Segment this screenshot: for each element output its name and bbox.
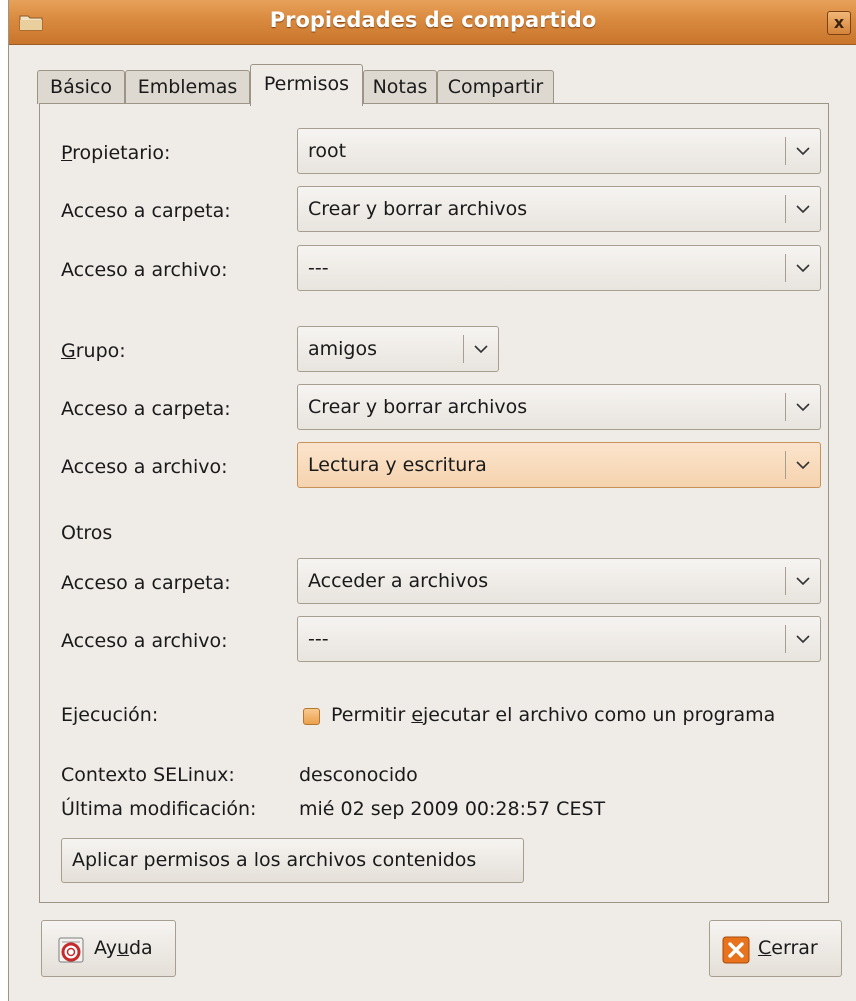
execute-checkbox-label[interactable]: Permitir ejecutar el archivo como un pro… bbox=[331, 704, 775, 726]
group-value: amigos bbox=[308, 338, 378, 360]
execute-checkbox[interactable] bbox=[303, 708, 320, 725]
window-close-button[interactable]: x bbox=[827, 11, 851, 35]
help-lifebuoy-icon bbox=[58, 937, 84, 963]
chevron-down-icon bbox=[796, 205, 810, 214]
group-label: Grupo: bbox=[61, 340, 126, 362]
apply-permissions-button[interactable]: Aplicar permisos a los archivos contenid… bbox=[61, 838, 524, 883]
tab-compartir[interactable]: Compartir bbox=[437, 70, 554, 104]
chevron-down-icon bbox=[796, 577, 810, 586]
others-file-access-value: --- bbox=[308, 628, 329, 650]
owner-folder-access-label: Acceso a carpeta: bbox=[61, 200, 231, 222]
chevron-down-icon bbox=[796, 461, 810, 470]
owner-value: root bbox=[308, 140, 347, 162]
group-file-access-label: Acceso a archivo: bbox=[61, 456, 228, 478]
tab-notas[interactable]: Notas bbox=[363, 70, 437, 104]
tab-emblemas[interactable]: Emblemas bbox=[125, 70, 250, 104]
group-folder-access-value: Crear y borrar archivos bbox=[308, 396, 528, 418]
owner-folder-access-value: Crear y borrar archivos bbox=[308, 198, 528, 220]
group-folder-access-label: Acceso a carpeta: bbox=[61, 398, 231, 420]
others-folder-access-combo[interactable]: Acceder a archivos bbox=[297, 558, 821, 604]
close-button[interactable]: Cerrar bbox=[709, 920, 842, 977]
group-combo[interactable]: amigos bbox=[297, 326, 499, 372]
tab-label: Compartir bbox=[447, 76, 544, 98]
modified-label: Última modificación: bbox=[61, 798, 257, 820]
help-button[interactable]: Ayuda bbox=[41, 920, 176, 977]
tab-label: Emblemas bbox=[137, 76, 238, 98]
owner-file-access-value: --- bbox=[308, 257, 329, 279]
owner-file-access-combo[interactable]: --- bbox=[297, 245, 821, 291]
tab-label: Notas bbox=[372, 76, 428, 98]
others-folder-access-label: Acceso a carpeta: bbox=[61, 572, 231, 594]
chevron-down-icon bbox=[796, 147, 810, 156]
selinux-value: desconocido bbox=[299, 764, 418, 786]
group-folder-access-combo[interactable]: Crear y borrar archivos bbox=[297, 384, 821, 430]
chevron-down-icon bbox=[474, 345, 488, 354]
modified-value: mié 02 sep 2009 00:28:57 CEST bbox=[299, 798, 606, 820]
title-bar[interactable]: Propiedades de compartido x bbox=[9, 0, 856, 45]
chevron-down-icon bbox=[796, 635, 810, 644]
tab-label: Básico bbox=[50, 76, 112, 98]
others-folder-access-value: Acceder a archivos bbox=[308, 570, 489, 592]
close-x-icon bbox=[722, 936, 750, 964]
execution-label: Ejecución: bbox=[61, 704, 159, 726]
owner-file-access-label: Acceso a archivo: bbox=[61, 259, 228, 281]
tab-permisos[interactable]: Permisos bbox=[250, 64, 363, 106]
others-file-access-label: Acceso a archivo: bbox=[61, 630, 228, 652]
group-file-access-combo[interactable]: Lectura y escritura bbox=[297, 442, 821, 488]
selinux-label: Contexto SELinux: bbox=[61, 764, 235, 786]
properties-window: Propiedades de compartido x Básico Emble… bbox=[8, 0, 856, 1001]
close-button-label: Cerrar bbox=[758, 937, 818, 959]
help-button-label: Ayuda bbox=[94, 937, 153, 959]
owner-folder-access-combo[interactable]: Crear y borrar archivos bbox=[297, 186, 821, 232]
others-heading: Otros bbox=[61, 522, 113, 544]
others-file-access-combo[interactable]: --- bbox=[297, 616, 821, 662]
close-icon: x bbox=[833, 13, 845, 32]
apply-permissions-label: Aplicar permisos a los archivos contenid… bbox=[72, 849, 477, 871]
window-title: Propiedades de compartido bbox=[269, 8, 597, 32]
group-file-access-value: Lectura y escritura bbox=[308, 454, 487, 476]
owner-combo[interactable]: root bbox=[297, 128, 821, 174]
tab-basico[interactable]: Básico bbox=[37, 70, 125, 104]
owner-label: Propietario: bbox=[61, 142, 171, 164]
chevron-down-icon bbox=[796, 264, 810, 273]
chevron-down-icon bbox=[796, 403, 810, 412]
tab-label: Permisos bbox=[263, 73, 350, 95]
